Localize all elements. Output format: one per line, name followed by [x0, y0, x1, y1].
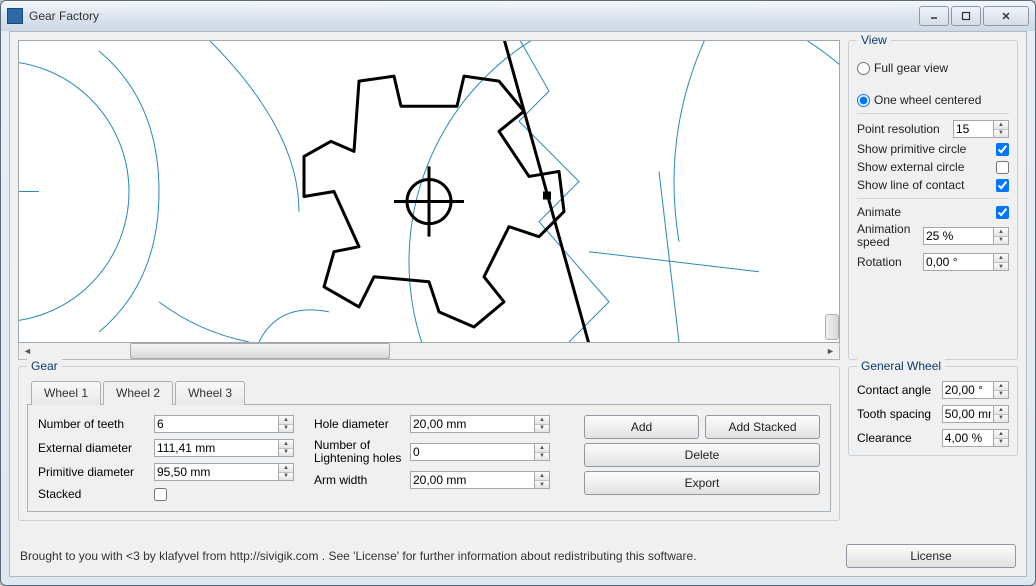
general-wheel-legend: General Wheel — [857, 359, 945, 373]
one-wheel-label: One wheel centered — [874, 93, 1009, 107]
add-stacked-button[interactable]: Add Stacked — [705, 415, 820, 439]
vertical-scrollbar[interactable] — [825, 314, 839, 340]
point-res-input[interactable] — [953, 120, 994, 138]
gear-canvas[interactable] — [18, 40, 840, 343]
prim-diam-input[interactable] — [154, 463, 279, 481]
app-icon — [7, 8, 23, 24]
footer: Brought to you with <3 by klafyvel from … — [18, 540, 1018, 568]
show-ext-check[interactable] — [996, 161, 1009, 174]
spinner-icon[interactable]: ▲▼ — [994, 381, 1009, 399]
clearance-input[interactable] — [942, 429, 994, 447]
gear-group: Gear Wheel 1 Wheel 2 Wheel 3 Number of t… — [18, 366, 840, 521]
hole-diam-label: Hole diameter — [314, 417, 404, 431]
prim-diam-label: Primitive diameter — [38, 465, 148, 479]
arm-width-label: Arm width — [314, 473, 404, 487]
tab-wheel-3[interactable]: Wheel 3 — [175, 381, 245, 405]
add-button[interactable]: Add — [584, 415, 699, 439]
scroll-left-icon[interactable]: ◄ — [19, 343, 36, 359]
num-teeth-input[interactable] — [154, 415, 279, 433]
show-ext-label: Show external circle — [857, 160, 992, 174]
spinner-icon[interactable]: ▲▼ — [994, 227, 1009, 245]
light-holes-input[interactable] — [410, 443, 535, 461]
export-button[interactable]: Export — [584, 471, 820, 495]
window: Gear Factory — [0, 0, 1036, 586]
spinner-icon[interactable]: ▲▼ — [279, 463, 294, 481]
show-prim-label: Show primitive circle — [857, 142, 992, 156]
rotation-input[interactable] — [923, 253, 994, 271]
tab-panel: Number of teeth ▲▼ External diameter ▲▼ … — [27, 404, 831, 512]
tooth-spacing-label: Tooth spacing — [857, 407, 936, 421]
spinner-icon[interactable]: ▲▼ — [279, 439, 294, 457]
gear-legend: Gear — [27, 359, 62, 373]
clearance-label: Clearance — [857, 431, 936, 445]
spinner-icon[interactable]: ▲▼ — [994, 429, 1009, 447]
spinner-icon[interactable]: ▲▼ — [279, 415, 294, 433]
window-title: Gear Factory — [29, 9, 919, 23]
spinner-icon[interactable]: ▲▼ — [994, 120, 1009, 138]
spinner-icon[interactable]: ▲▼ — [535, 415, 550, 433]
full-gear-label: Full gear view — [874, 61, 1009, 75]
animate-label: Animate — [857, 205, 992, 219]
scroll-right-icon[interactable]: ► — [822, 343, 839, 359]
one-wheel-radio[interactable] — [857, 94, 870, 107]
animate-check[interactable] — [996, 206, 1009, 219]
credit-text: Brought to you with <3 by klafyvel from … — [20, 549, 846, 563]
full-gear-radio[interactable] — [857, 62, 870, 75]
close-button[interactable] — [983, 6, 1029, 26]
anim-speed-input[interactable] — [923, 227, 994, 245]
stacked-check[interactable] — [154, 488, 167, 501]
ext-diam-label: External diameter — [38, 441, 148, 455]
content: ◄ ► View Full gear view One whe — [9, 31, 1027, 577]
license-button[interactable]: License — [846, 544, 1016, 568]
spinner-icon[interactable]: ▲▼ — [535, 443, 550, 461]
spinner-icon[interactable]: ▲▼ — [994, 253, 1009, 271]
horizontal-scrollbar[interactable]: ◄ ► — [18, 343, 840, 360]
light-holes-label: Number of Lightening holes — [314, 439, 404, 465]
tab-wheel-2[interactable]: Wheel 2 — [103, 381, 173, 405]
stacked-label: Stacked — [38, 487, 148, 501]
anim-speed-label: Animation speed — [857, 223, 919, 249]
view-group: View Full gear view One wheel centered P… — [848, 40, 1018, 360]
general-wheel-group: General Wheel Contact angle ▲▼ Tooth spa… — [848, 366, 1018, 456]
spinner-icon[interactable]: ▲▼ — [994, 405, 1009, 423]
minimize-button[interactable] — [919, 6, 949, 26]
hole-diam-input[interactable] — [410, 415, 535, 433]
contact-angle-label: Contact angle — [857, 383, 936, 397]
arm-width-input[interactable] — [410, 471, 535, 489]
num-teeth-label: Number of teeth — [38, 417, 148, 431]
tooth-spacing-input[interactable] — [942, 405, 994, 423]
spinner-icon[interactable]: ▲▼ — [535, 471, 550, 489]
titlebar[interactable]: Gear Factory — [1, 1, 1035, 31]
ext-diam-input[interactable] — [154, 439, 279, 457]
point-res-label: Point resolution — [857, 122, 949, 136]
view-legend: View — [857, 33, 891, 47]
show-line-label: Show line of contact — [857, 178, 992, 192]
show-prim-check[interactable] — [996, 143, 1009, 156]
show-line-check[interactable] — [996, 179, 1009, 192]
rotation-label: Rotation — [857, 255, 919, 269]
canvas-area: ◄ ► — [18, 40, 840, 360]
contact-angle-input[interactable] — [942, 381, 994, 399]
tab-wheel-1[interactable]: Wheel 1 — [31, 381, 101, 405]
scroll-thumb[interactable] — [130, 343, 389, 359]
maximize-button[interactable] — [951, 6, 981, 26]
delete-button[interactable]: Delete — [584, 443, 820, 467]
